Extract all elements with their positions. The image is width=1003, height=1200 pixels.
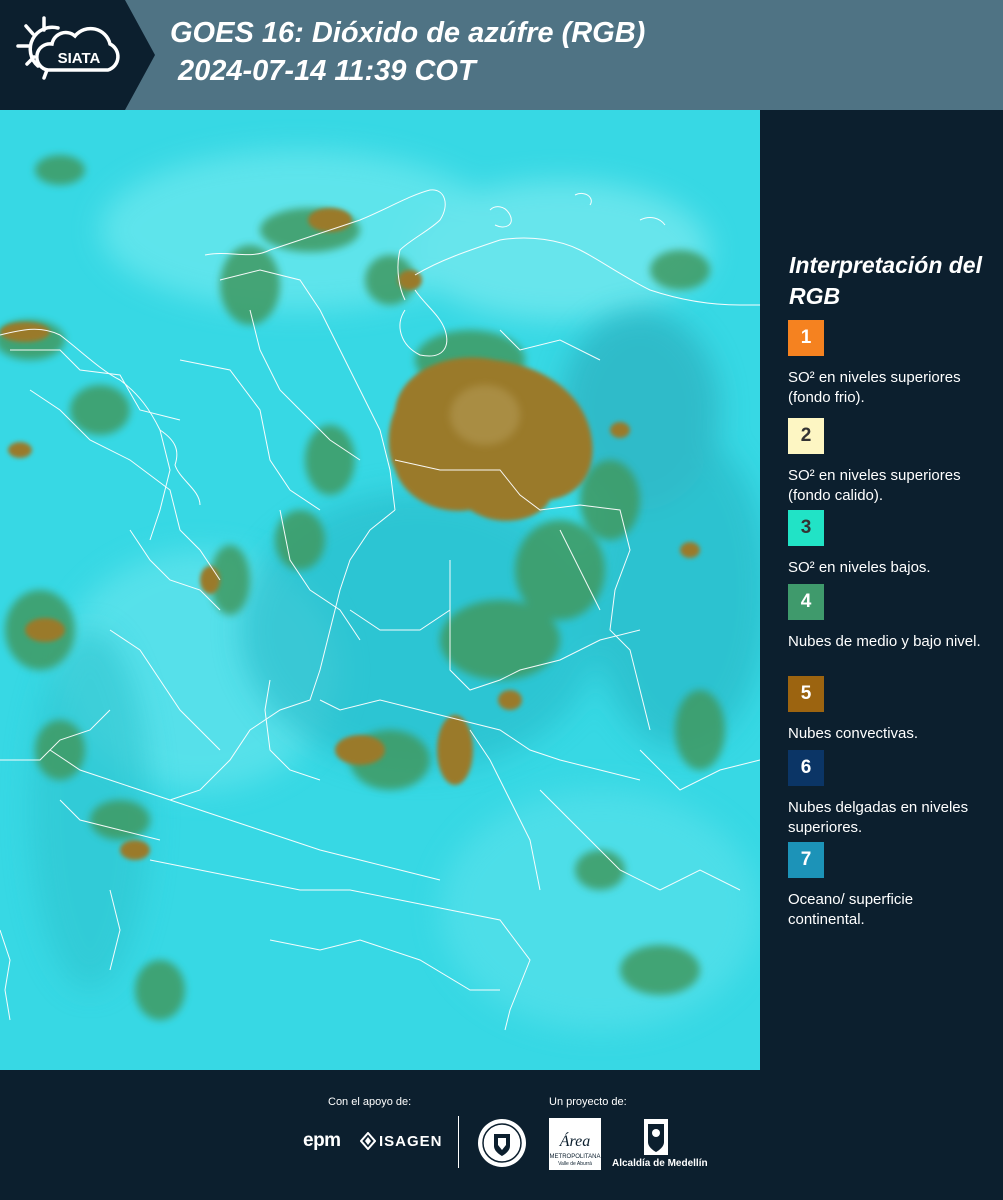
area-logo-subtext: METROPOLITANA bbox=[550, 1154, 601, 1160]
legend-swatch-5: 5 bbox=[788, 676, 824, 712]
legend-text-3: SO² en niveles bajos. bbox=[788, 559, 931, 576]
title-line-2: 2024-07-14 11:39 COT bbox=[178, 55, 476, 87]
area-logo-subtext-2: Valle de Aburrá bbox=[558, 1161, 592, 1167]
isagen-logo-icon bbox=[360, 1132, 376, 1150]
alcaldia-text: Alcaldía de Medellín bbox=[612, 1158, 708, 1169]
area-logo-text: Área bbox=[559, 1131, 591, 1150]
legend-item-2: 2 SO² en niveles superiores (fondo calid… bbox=[788, 418, 993, 506]
header-bar: SIATA GOES 16: Dióxido de azúfre (RGB) 20… bbox=[0, 0, 1003, 110]
footer: Con el apoyo de: Un proyecto de: epm ISA… bbox=[0, 1070, 1003, 1200]
legend-text-1: SO² en niveles superiores (fondo frio). bbox=[788, 369, 961, 406]
legend-item-3: 3 SO² en niveles bajos. bbox=[788, 510, 993, 578]
medellin-seal-icon bbox=[478, 1119, 526, 1167]
legend-swatch-7: 7 bbox=[788, 842, 824, 878]
area-metropolitana-logo: Área METROPOLITANA Valle de Aburrá bbox=[549, 1118, 601, 1170]
title-line-1: GOES 16: Dióxido de azúfre (RGB) bbox=[170, 17, 646, 49]
legend-text-5: Nubes convectivas. bbox=[788, 725, 919, 742]
support-label: Con el apoyo de: bbox=[328, 1096, 412, 1108]
legend-swatch-6: 6 bbox=[788, 750, 824, 786]
legend-text-7: Oceano/ superficie continental. bbox=[788, 891, 914, 928]
legend-text-4: Nubes de medio y bajo nivel. bbox=[788, 633, 981, 650]
legend-swatch-2: 2 bbox=[788, 418, 824, 454]
legend-swatch-3: 3 bbox=[788, 510, 824, 546]
legend-item-6: 6 Nubes delgadas en niveles superiores. bbox=[788, 750, 993, 838]
legend-text-2: SO² en niveles superiores (fondo calido)… bbox=[788, 467, 961, 504]
siata-logo-text: SIATA bbox=[58, 50, 101, 67]
satellite-map[interactable] bbox=[0, 110, 760, 1070]
legend-title: Interpretación del RGB bbox=[789, 252, 982, 309]
page-title: GOES 16: Dióxido de azúfre (RGB) 2024-07-… bbox=[170, 14, 645, 90]
legend-item-1: 1 SO² en niveles superiores (fondo frio)… bbox=[788, 320, 993, 408]
legend-panel: Interpretación del RGB 1 SO² en niveles … bbox=[760, 110, 1003, 1070]
epm-logo: epm bbox=[303, 1130, 341, 1151]
isagen-logo: ISAGEN bbox=[379, 1133, 443, 1150]
legend-item-5: 5 Nubes convectivas. bbox=[788, 676, 993, 744]
siata-logo-block: SIATA bbox=[0, 0, 155, 110]
project-label: Un proyecto de: bbox=[549, 1096, 627, 1108]
legend-text-6: Nubes delgadas en niveles superiores. bbox=[788, 799, 969, 836]
footer-divider bbox=[458, 1116, 459, 1168]
alcaldia-shield-icon bbox=[644, 1119, 668, 1155]
legend-swatch-1: 1 bbox=[788, 320, 824, 356]
legend-item-7: 7 Oceano/ superficie continental. bbox=[788, 842, 993, 930]
legend-swatch-4: 4 bbox=[788, 584, 824, 620]
legend-item-4: 4 Nubes de medio y bajo nivel. bbox=[788, 584, 993, 652]
satellite-image bbox=[0, 110, 760, 1070]
